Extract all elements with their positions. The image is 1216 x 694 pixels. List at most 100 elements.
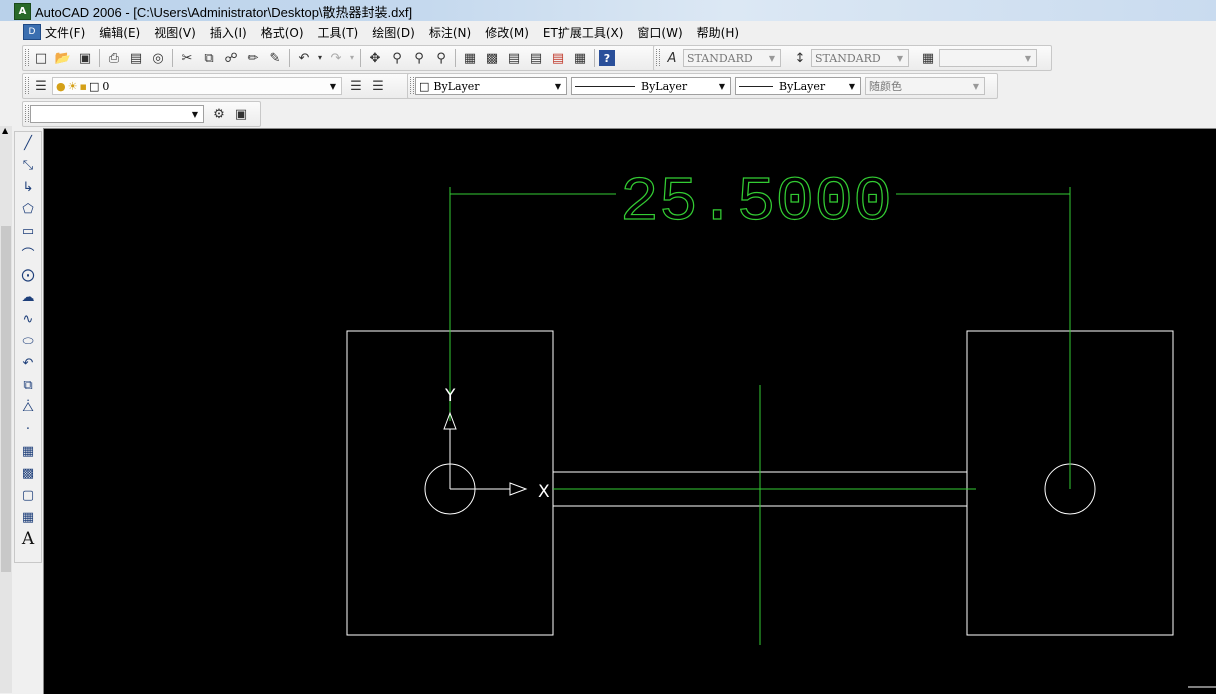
plot-preview-icon[interactable]: ▤ bbox=[126, 48, 146, 68]
plot-icon[interactable]: ⎙ bbox=[104, 48, 124, 68]
insert-block-icon[interactable]: ⧉ bbox=[15, 374, 41, 396]
copy-icon[interactable]: ⧉ bbox=[199, 48, 219, 68]
properties-icon[interactable]: ▦ bbox=[460, 48, 480, 68]
undo-icon[interactable]: ↶ bbox=[294, 48, 314, 68]
window-title: AutoCAD 2006 - [C:\Users\Administrator\D… bbox=[35, 5, 413, 20]
make-object-layer-current-icon[interactable]: ☰ bbox=[346, 76, 366, 96]
chevron-down-icon: ▼ bbox=[329, 81, 337, 91]
table-style-select[interactable]: ▼ bbox=[939, 49, 1037, 67]
new-file-icon[interactable]: □ bbox=[31, 48, 51, 68]
layer-color-icon: □ bbox=[88, 79, 100, 93]
menu-format[interactable]: 格式(O) bbox=[261, 24, 311, 41]
text-style-select[interactable]: STANDARD ▼ bbox=[683, 49, 781, 67]
point-icon[interactable]: · bbox=[15, 418, 41, 440]
publish-icon[interactable]: ◎ bbox=[148, 48, 168, 68]
open-file-icon[interactable]: 📂 bbox=[53, 48, 73, 68]
menu-help[interactable]: 帮助(H) bbox=[697, 24, 746, 41]
scrollbar-thumb[interactable] bbox=[1, 226, 11, 572]
layer-on-icon: ● bbox=[56, 79, 66, 93]
scroll-up-icon[interactable]: ▲ bbox=[2, 126, 8, 135]
dimension-text[interactable]: 25.5000 bbox=[619, 166, 892, 238]
workspace-save-icon[interactable]: ▣ bbox=[231, 104, 251, 124]
multiline-text-icon[interactable]: A bbox=[15, 528, 41, 550]
redo-dropdown-icon[interactable]: ▾ bbox=[348, 48, 356, 68]
table-icon[interactable]: ▦ bbox=[15, 506, 41, 528]
dim-style-value: STANDARD bbox=[815, 51, 881, 65]
paste-icon[interactable]: ☍ bbox=[221, 48, 241, 68]
gradient-icon[interactable]: ▩ bbox=[15, 462, 41, 484]
layer-select[interactable]: ● ☀ ▪ □ 0 ▼ bbox=[52, 77, 342, 95]
zoom-realtime-icon[interactable]: ⚲ bbox=[387, 48, 407, 68]
lineweight-value: ByLayer bbox=[779, 79, 826, 93]
revision-cloud-icon[interactable]: ☁ bbox=[15, 286, 41, 308]
layers-toolbar: ☰ ● ☀ ▪ □ 0 ▼ ☰ ☰ bbox=[22, 73, 411, 99]
spline-icon[interactable]: ∿ bbox=[15, 308, 41, 330]
table-style-icon[interactable]: ▦ bbox=[918, 48, 938, 68]
sheet-set-icon[interactable]: ▤ bbox=[526, 48, 546, 68]
make-block-icon[interactable]: ⧊ bbox=[15, 396, 41, 418]
match-properties-icon[interactable]: ✏ bbox=[243, 48, 263, 68]
drawing-canvas[interactable]: 25.5000 X Y bbox=[43, 128, 1216, 694]
lineweight-select[interactable]: ByLayer ▼ bbox=[735, 77, 861, 95]
region-icon[interactable]: ▢ bbox=[15, 484, 41, 506]
menu-window[interactable]: 窗口(W) bbox=[637, 24, 689, 41]
ellipse-icon[interactable]: ⬭ bbox=[15, 330, 41, 352]
document-icon[interactable]: D bbox=[23, 24, 41, 40]
undo-dropdown-icon[interactable]: ▾ bbox=[316, 48, 324, 68]
zoom-window-icon[interactable]: ⚲ bbox=[409, 48, 429, 68]
autocad-app-icon[interactable]: A bbox=[14, 3, 31, 20]
menu-draw[interactable]: 绘图(D) bbox=[372, 24, 422, 41]
properties-toolbar: □ ByLayer ▼ ByLayer ▼ ByLayer ▼ 随颜色 ▼ bbox=[407, 73, 998, 99]
save-icon[interactable]: ▣ bbox=[75, 48, 95, 68]
menu-edit[interactable]: 编辑(E) bbox=[99, 24, 147, 41]
menu-file[interactable]: 文件(F) bbox=[45, 24, 92, 41]
chevron-down-icon: ▼ bbox=[191, 109, 199, 119]
chevron-down-icon: ▼ bbox=[768, 53, 776, 63]
ellipse-arc-icon[interactable]: ↶ bbox=[15, 352, 41, 374]
hatch-icon[interactable]: ▦ bbox=[15, 440, 41, 462]
markup-icon[interactable]: ▤ bbox=[548, 48, 568, 68]
workspace-settings-icon[interactable]: ⚙ bbox=[209, 104, 229, 124]
rectangle-icon[interactable]: ▭ bbox=[15, 220, 41, 242]
color-select[interactable]: □ ByLayer ▼ bbox=[415, 77, 567, 95]
layer-manager-icon[interactable]: ☰ bbox=[31, 76, 51, 96]
pan-icon[interactable]: ✥ bbox=[365, 48, 385, 68]
help-icon[interactable]: ? bbox=[599, 50, 615, 66]
redo-icon[interactable]: ↷ bbox=[326, 48, 346, 68]
chevron-down-icon: ▼ bbox=[848, 81, 856, 91]
zoom-previous-icon[interactable]: ⚲ bbox=[431, 48, 451, 68]
plot-style-select[interactable]: 随颜色 ▼ bbox=[865, 77, 985, 95]
polygon-icon[interactable]: ⬠ bbox=[15, 198, 41, 220]
chevron-down-icon: ▼ bbox=[896, 53, 904, 63]
menu-view[interactable]: 视图(V) bbox=[154, 24, 203, 41]
ucs-y-label: Y bbox=[444, 386, 456, 406]
layer-previous-icon[interactable]: ☰ bbox=[368, 76, 388, 96]
linetype-select[interactable]: ByLayer ▼ bbox=[571, 77, 731, 95]
menu-express-tools[interactable]: ET扩展工具(X) bbox=[543, 24, 631, 41]
menu-modify[interactable]: 修改(M) bbox=[485, 24, 536, 41]
design-center-icon[interactable]: ▩ bbox=[482, 48, 502, 68]
menu-tools[interactable]: 工具(T) bbox=[318, 24, 366, 41]
lineweight-sample bbox=[739, 85, 773, 87]
draw-toolbar: ╱ ⤡ ↳ ⬠ ▭ ⌒ ⨀ ☁ ∿ ⬭ ↶ ⧉ ⧊ · ▦ ▩ ▢ ▦ A bbox=[14, 131, 42, 563]
ucs-x-arrow-icon bbox=[509, 482, 528, 496]
tool-palettes-icon[interactable]: ▤ bbox=[504, 48, 524, 68]
toolbar-separator bbox=[99, 49, 100, 67]
calculator-icon[interactable]: ▦ bbox=[570, 48, 590, 68]
block-editor-icon[interactable]: ✎ bbox=[265, 48, 285, 68]
color-swatch-icon: □ bbox=[419, 79, 430, 93]
dim-style-select[interactable]: STANDARD ▼ bbox=[811, 49, 909, 67]
menu-insert[interactable]: 插入(I) bbox=[210, 24, 254, 41]
cut-icon[interactable]: ✂ bbox=[177, 48, 197, 68]
menu-dimension[interactable]: 标注(N) bbox=[429, 24, 478, 41]
polyline-icon[interactable]: ↳ bbox=[15, 176, 41, 198]
dim-style-icon[interactable]: ↕ bbox=[790, 48, 810, 68]
text-style-icon[interactable]: A bbox=[662, 48, 682, 68]
workspace-select[interactable]: ▼ bbox=[30, 105, 204, 123]
line-icon[interactable]: ╱ bbox=[15, 132, 41, 154]
circle-icon[interactable]: ⨀ bbox=[15, 264, 41, 286]
drawing-svg[interactable]: 25.5000 X Y bbox=[44, 129, 1216, 694]
toolbar-scrollbar[interactable]: ▲ bbox=[0, 126, 12, 693]
arc-icon[interactable]: ⌒ bbox=[15, 242, 41, 264]
construction-line-icon[interactable]: ⤡ bbox=[15, 154, 41, 176]
